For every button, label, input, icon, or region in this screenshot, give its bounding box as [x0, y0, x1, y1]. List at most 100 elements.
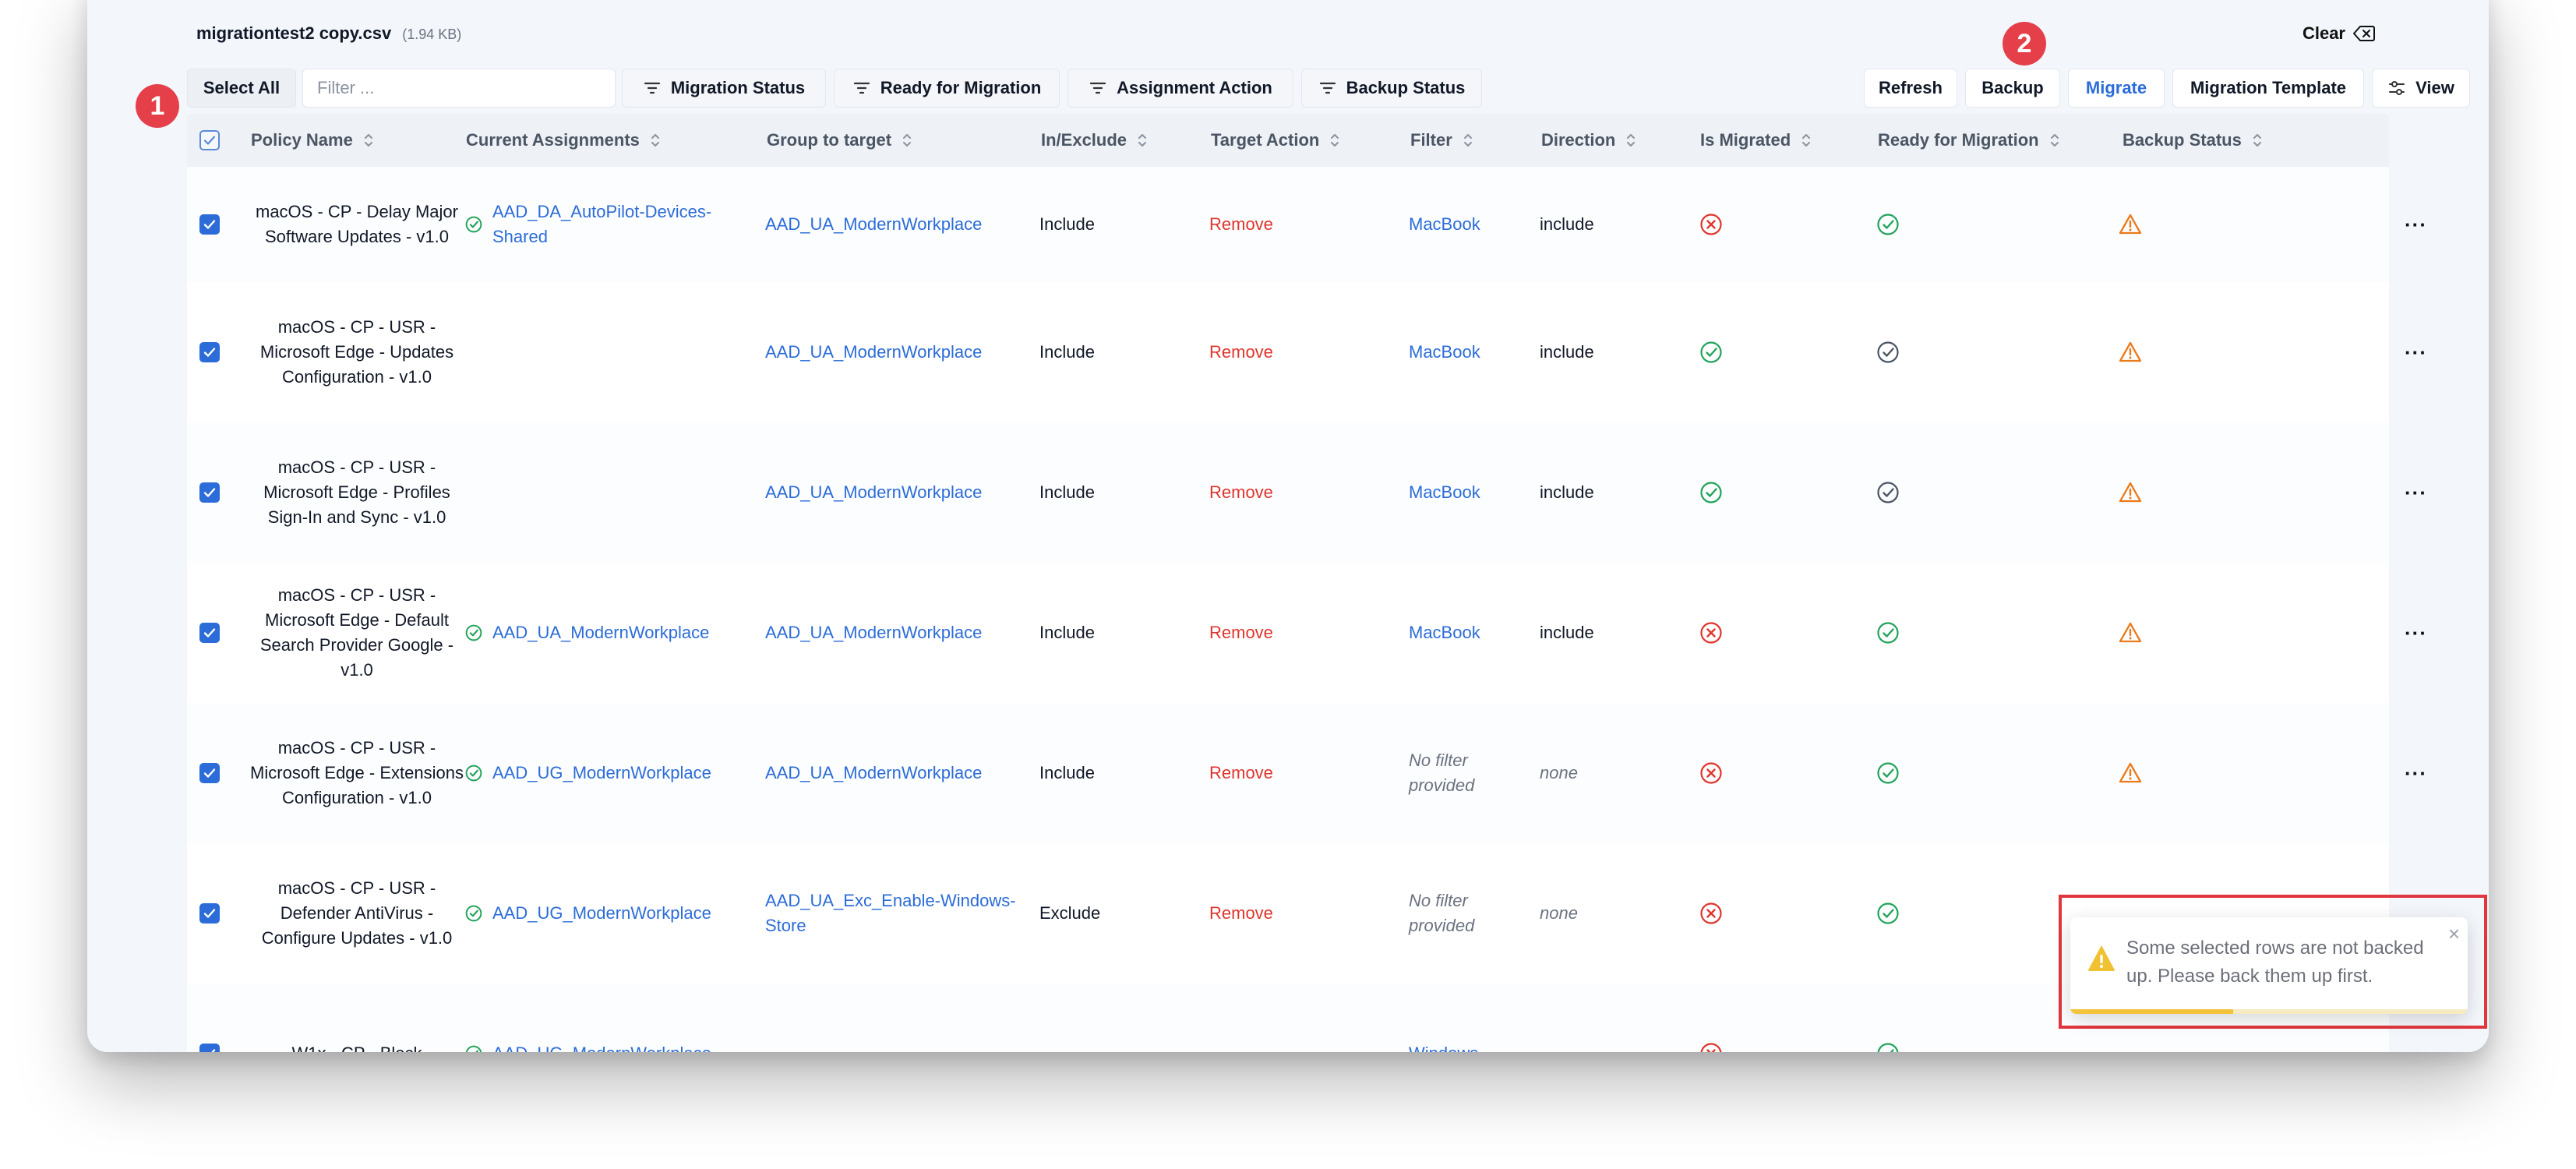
column-header-direction[interactable]: Direction [1541, 114, 1637, 167]
close-icon[interactable]: × [2448, 924, 2460, 944]
row-actions-button[interactable]: ··· [2405, 282, 2444, 422]
toast-message: Some selected rows are not backed up. Pl… [2126, 938, 2424, 987]
table-row[interactable]: macOS - CP - Delay Major Software Update… [187, 167, 2426, 283]
table-row[interactable]: macOS - CP - USR - Microsoft Edge - Upda… [187, 282, 2426, 423]
row-actions-button[interactable]: ··· [2405, 703, 2444, 843]
current-assignment-link[interactable]: AAD_UG_ModernWorkplace [492, 761, 711, 786]
column-header-is-migrated[interactable]: Is Migrated [1700, 114, 1812, 167]
group-to-target-link[interactable]: AAD_UA_ModernWorkplace [765, 167, 1029, 282]
filter-placeholder: Filter ... [317, 78, 375, 97]
column-header-ready-for-migration[interactable]: Ready for Migration [1878, 114, 2061, 167]
group-to-target-link[interactable]: AAD_UA_ModernWorkplace [765, 282, 1029, 422]
column-label: Group to target [767, 130, 892, 150]
column-header-in-exclude[interactable]: In/Exclude [1041, 114, 1149, 167]
is-migrated-status [1699, 563, 1761, 703]
backup-status [2118, 563, 2180, 703]
view-button[interactable]: View [2372, 69, 2470, 108]
direction-value: include [1540, 342, 1594, 362]
column-label: Target Action [1211, 130, 1320, 150]
migration-status-filter-button[interactable]: Migration Status [622, 69, 826, 108]
row-checkbox[interactable] [199, 482, 220, 503]
row-checkbox[interactable] [199, 763, 220, 783]
check-circle-icon [1876, 901, 1900, 926]
row-actions-button[interactable]: ··· [2405, 422, 2444, 563]
in-exclude-value: Include [1039, 623, 1095, 642]
target-action-value: Remove [1209, 903, 1273, 923]
clear-button[interactable]: Clear [2303, 23, 2375, 44]
filter-input[interactable]: Filter ... [302, 69, 616, 108]
filter-value[interactable]: MacBook [1409, 282, 1533, 422]
is-migrated-status [1699, 167, 1761, 282]
backup-button[interactable]: Backup [1965, 69, 2060, 108]
check-circle-icon [464, 904, 483, 923]
policy-name: macOS - CP - USR - Microsoft Edge - Upda… [259, 317, 454, 387]
check-circle-icon [1876, 212, 1900, 237]
in-exclude-value: Include [1039, 342, 1095, 362]
backup-status-filter-button[interactable]: Backup Status [1301, 69, 1482, 108]
filter-value[interactable]: MacBook [1409, 563, 1533, 703]
refresh-button[interactable]: Refresh [1864, 69, 1957, 108]
column-label: Filter [1410, 130, 1452, 150]
in-exclude-value: Exclude [1039, 903, 1101, 923]
check-icon [211, 1049, 216, 1052]
filter-value[interactable]: MacBook [1409, 422, 1533, 563]
clear-label: Clear [2302, 23, 2345, 43]
current-assignment-link[interactable]: AAD_UA_ModernWorkplace [492, 620, 709, 645]
filter-value[interactable]: MacBook [1409, 167, 1533, 282]
x-circle-icon [1699, 901, 1724, 926]
sliders-icon [2389, 81, 2405, 95]
x-circle-icon [1699, 761, 1724, 786]
sort-icon [1802, 134, 1811, 147]
check-icon [203, 909, 216, 918]
row-checkbox[interactable] [199, 903, 220, 924]
row-checkbox[interactable] [199, 214, 220, 235]
column-header-current-assignments[interactable]: Current Assignments [466, 114, 662, 167]
row-actions-button[interactable]: ··· [2405, 167, 2444, 282]
select-all-button[interactable]: Select All [187, 69, 296, 108]
file-info: migrationtest2 copy.csv (1.94 KB) [196, 23, 461, 50]
migration-template-label: Migration Template [2190, 78, 2347, 97]
group-to-target-link[interactable]: AAD_UA_Exc_Enable-Windows-Store [765, 843, 1029, 984]
sort-icon [2050, 134, 2059, 147]
group-to-target-link[interactable]: AAD_UA_ModernWorkplace [765, 563, 1029, 703]
target-action-value: Remove [1209, 482, 1273, 502]
table-row[interactable]: macOS - CP - USR - Microsoft Edge - Prof… [187, 422, 2426, 563]
current-assignment-link[interactable]: AAD_UG_ModernWorkplace [492, 901, 711, 926]
is-migrated-status [1699, 422, 1761, 563]
filter-value[interactable]: Windows [1409, 984, 1533, 1052]
row-actions-button[interactable]: ··· [2405, 563, 2444, 703]
sort-icon [1627, 134, 1636, 147]
column-header-target-action[interactable]: Target Action [1211, 114, 1341, 167]
column-header-policy-name[interactable]: Policy Name [251, 114, 375, 167]
sort-icon [903, 134, 912, 147]
table-row[interactable]: macOS - CP - USR - Microsoft Edge - Exte… [187, 703, 2426, 844]
group-to-target-link[interactable]: AAD_UA_ModernWorkplace [765, 422, 1029, 563]
column-header-backup-status[interactable]: Backup Status [2123, 114, 2264, 167]
current-assignment-link[interactable]: AAD_DA_AutoPilot-Devices-Shared [492, 200, 760, 249]
assignment-action-filter-button[interactable]: Assignment Action [1067, 69, 1293, 108]
check-circle-icon [1876, 620, 1900, 645]
column-header-group-to-target[interactable]: Group to target [767, 114, 913, 167]
in-exclude-value: Include [1039, 482, 1095, 502]
row-checkbox[interactable] [199, 1044, 220, 1052]
check-icon [203, 488, 216, 497]
check-circle-icon [464, 1044, 483, 1052]
migration-status-filter-label: Migration Status [670, 78, 806, 97]
row-checkbox[interactable] [199, 342, 220, 362]
group-to-target-link[interactable]: AAD_UA_ModernWorkplace [765, 703, 1029, 843]
column-header-filter[interactable]: Filter [1410, 114, 1474, 167]
target-action-value: Remove [1209, 763, 1273, 782]
check-circle-icon [1876, 480, 1900, 505]
current-assignment-link[interactable]: AAD_UG_ModernWorkplace [492, 1041, 711, 1052]
row-checkbox[interactable] [199, 623, 220, 643]
check-circle-icon [1876, 340, 1900, 365]
table-row[interactable]: macOS - CP - USR - Microsoft Edge - Defa… [187, 563, 2426, 704]
migration-template-button[interactable]: Migration Template [2172, 69, 2364, 108]
current-assignment-cell: AAD_UG_ModernWorkplace [464, 843, 760, 984]
check-icon [203, 768, 216, 778]
migrate-button[interactable]: Migrate [2068, 69, 2165, 108]
policy-name: macOS - CP - USR - Defender AntiVirus - … [261, 878, 453, 948]
ready-for-migration-filter-button[interactable]: Ready for Migration [834, 69, 1060, 108]
select-all-checkbox[interactable] [199, 130, 220, 150]
ready-for-migration-filter-label: Ready for Migration [880, 78, 1042, 97]
